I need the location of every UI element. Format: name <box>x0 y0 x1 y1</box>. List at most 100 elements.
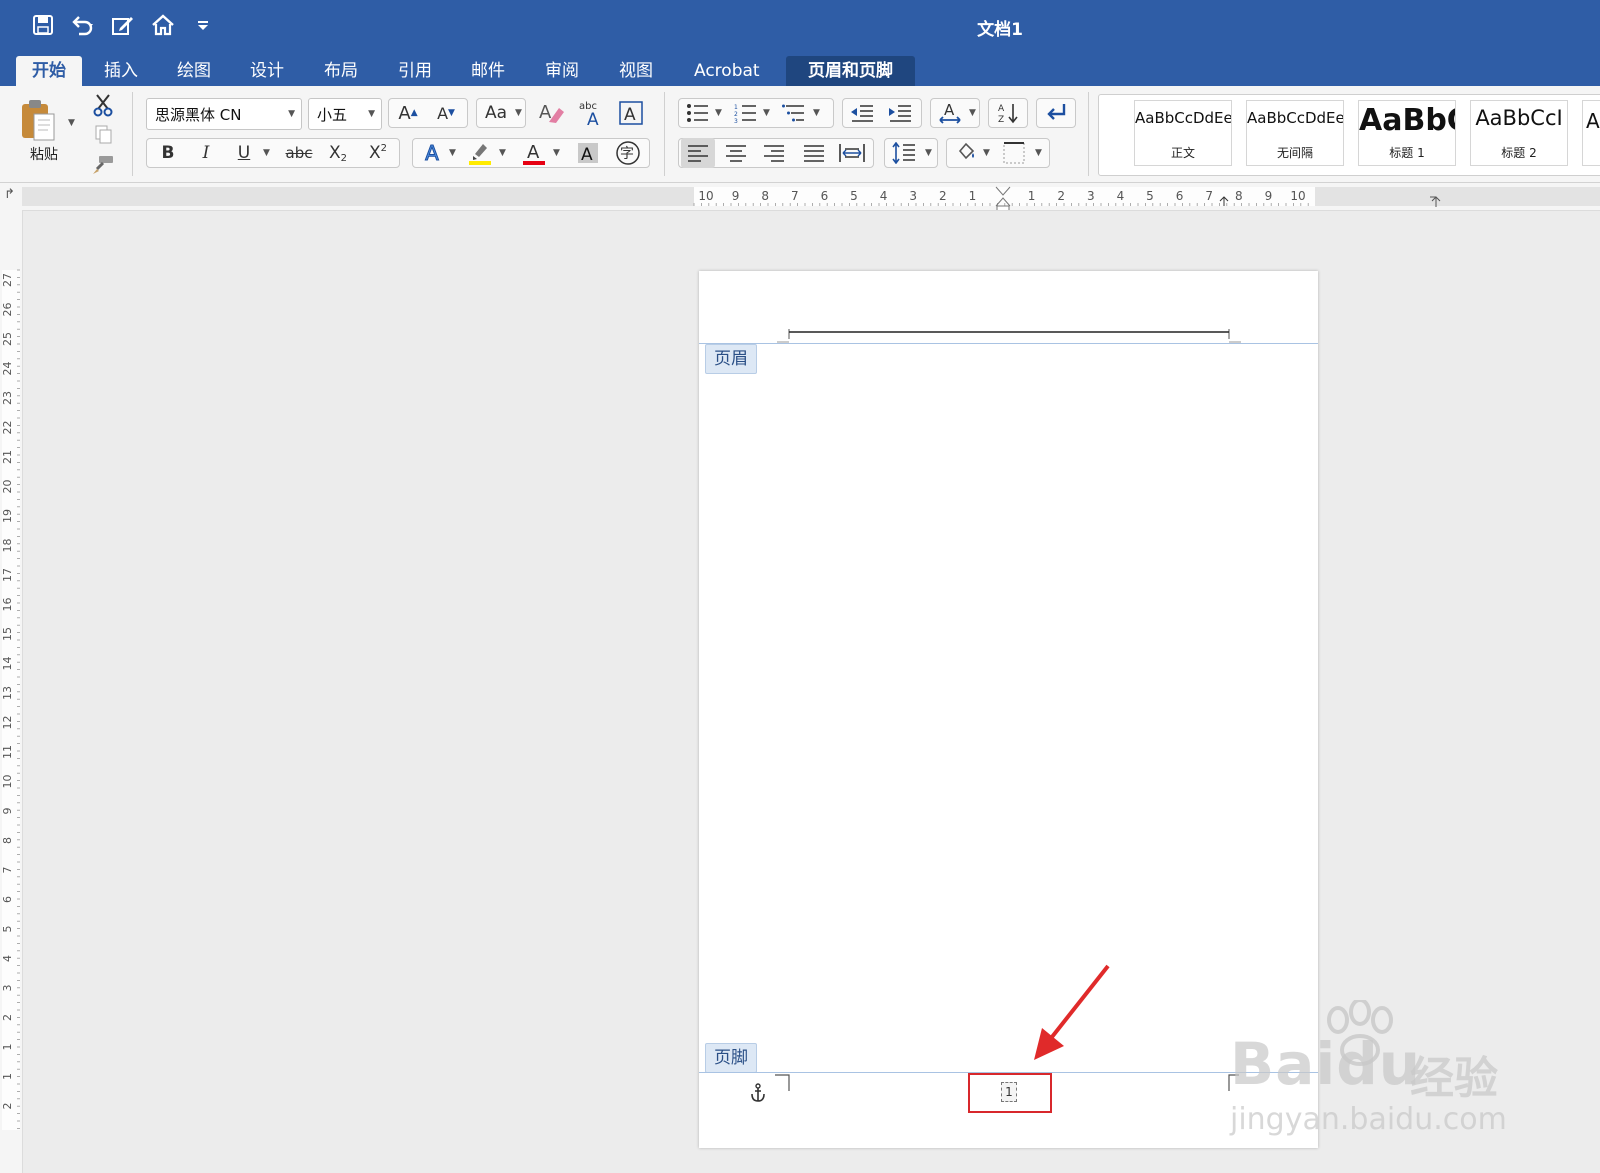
decrease-indent-icon[interactable] <box>845 98 879 128</box>
shading-dropdown-icon[interactable]: ▼ <box>983 148 990 158</box>
paste-button[interactable]: ▼ <box>14 94 78 178</box>
grow-font-icon[interactable]: A ▲ <box>391 98 425 128</box>
svg-text:A: A <box>624 105 636 125</box>
align-center-icon[interactable] <box>719 138 753 168</box>
subscript-button[interactable]: X2 <box>321 138 355 168</box>
ruler-tick-label: 2 <box>1057 189 1065 203</box>
svg-text:A: A <box>527 142 540 163</box>
vruler-tick-label: 14 <box>1 657 14 671</box>
tab-design[interactable]: 设计 <box>234 56 300 86</box>
paste-dropdown-icon[interactable]: ▼ <box>68 118 75 128</box>
tab-layout[interactable]: 布局 <box>308 56 374 86</box>
vertical-ruler[interactable]: 27 26 25 24 23 22 21 20 19 18 17 16 15 14 13 12 11 10 9 8 7 6… <box>0 210 23 1173</box>
font-size-field[interactable]: 小五 ▼ <box>308 98 382 130</box>
sort-group: AZ <box>988 98 1028 128</box>
style-sample: Aa <box>1586 109 1600 133</box>
borders-dropdown-icon[interactable]: ▼ <box>1035 148 1042 158</box>
document-page[interactable]: 页眉 页脚 1 <box>699 271 1318 1148</box>
style-no-spacing[interactable]: AaBbCcDdEe 无间隔 <box>1246 100 1344 166</box>
document-body[interactable] <box>789 371 1229 1011</box>
align-right-icon[interactable] <box>757 138 791 168</box>
bold-button[interactable]: B <box>151 138 185 168</box>
underline-dropdown-icon[interactable]: ▼ <box>263 148 270 158</box>
font-size-dropdown-icon[interactable]: ▼ <box>368 109 375 119</box>
font-color-dropdown-icon[interactable]: ▼ <box>553 148 560 158</box>
sort-icon[interactable]: AZ <box>991 98 1025 128</box>
highlight-dropdown-icon[interactable]: ▼ <box>499 148 506 158</box>
vruler-tick-label: 22 <box>1 421 14 435</box>
annotation-arrow <box>1034 964 1110 1060</box>
left-indent-marker[interactable] <box>996 205 1010 210</box>
tab-review[interactable]: 审阅 <box>529 56 595 86</box>
tab-acrobat[interactable]: Acrobat <box>678 56 776 86</box>
justify-icon[interactable] <box>797 138 831 168</box>
tab-header-footer[interactable]: 页眉和页脚 <box>786 56 915 86</box>
tab-home[interactable]: 开始 <box>16 56 82 86</box>
borders-icon[interactable] <box>997 138 1031 168</box>
vruler-tick-label: 1 <box>1 1044 14 1051</box>
tab-view[interactable]: 视图 <box>603 56 669 86</box>
style-sample: AaBbC <box>1359 103 1455 138</box>
style-heading-2[interactable]: AaBbCcI 标题 2 <box>1470 100 1568 166</box>
character-shading-icon[interactable]: A <box>571 138 605 168</box>
vruler-tick-label: 26 <box>1 303 14 317</box>
text-effects-dropdown-icon[interactable]: ▼ <box>449 148 456 158</box>
shading-icon[interactable] <box>949 138 983 168</box>
increase-indent-icon[interactable] <box>883 98 917 128</box>
numbering-icon[interactable]: 123 <box>729 98 763 128</box>
underline-button[interactable]: U <box>227 138 261 168</box>
header-boundary-line <box>699 343 1318 344</box>
cut-icon[interactable] <box>86 90 120 120</box>
superscript-button[interactable]: X2 <box>361 138 395 168</box>
copy-icon[interactable] <box>86 120 120 150</box>
multilevel-list-icon[interactable] <box>777 98 811 128</box>
font-name-dropdown-icon[interactable]: ▼ <box>288 109 295 119</box>
bullets-dropdown-icon[interactable]: ▼ <box>715 108 722 118</box>
title-bar: 文档1 <box>0 0 1600 52</box>
vruler-tick-label: 19 <box>1 509 14 523</box>
asian-layout-group: A ▼ <box>930 98 980 128</box>
bullets-icon[interactable] <box>681 98 715 128</box>
phonetic-guide-icon[interactable]: abc A <box>574 98 608 128</box>
font-color-icon[interactable]: A <box>517 138 551 168</box>
change-case-dropdown-icon[interactable]: ▼ <box>515 108 522 118</box>
highlight-icon[interactable] <box>463 138 497 168</box>
font-name-field[interactable]: 思源黑体 CN ▼ <box>146 98 302 130</box>
svg-text:1: 1 <box>734 104 738 111</box>
show-formatting-marks-icon[interactable] <box>1039 98 1073 128</box>
text-effects-icon[interactable]: A <box>415 138 449 168</box>
asian-layout-icon[interactable]: A <box>933 98 967 128</box>
align-left-icon[interactable] <box>681 138 715 168</box>
tab-insert[interactable]: 插入 <box>88 56 154 86</box>
distributed-icon[interactable] <box>835 138 869 168</box>
asian-layout-dropdown-icon[interactable]: ▼ <box>969 108 976 118</box>
style-normal[interactable]: AaBbCcDdEe 正文 <box>1134 100 1232 166</box>
page-number-field[interactable]: 1 <box>1001 1082 1017 1102</box>
style-name: 正文 <box>1170 146 1195 160</box>
enclose-characters-icon[interactable]: 字 <box>611 138 645 168</box>
clear-formatting-icon[interactable]: A <box>534 98 568 128</box>
line-spacing-dropdown-icon[interactable]: ▼ <box>925 148 932 158</box>
ribbon: ▼ 粘贴 思源黑体 CN ▼ 小五 ▼ A ▲ A ▼ Aa ▼ A abc A A … <box>0 86 1600 183</box>
horizontal-ruler[interactable]: ↱ 10 9 8 7 6 5 4 3 2 1 1 2 3 4 5 6 7 8 9 10 <box>0 183 1600 211</box>
shrink-font-icon[interactable]: A ▼ <box>429 98 463 128</box>
line-spacing-icon[interactable] <box>887 138 921 168</box>
numbering-dropdown-icon[interactable]: ▼ <box>763 108 770 118</box>
ruler-tick-label: 6 <box>1176 189 1184 203</box>
vruler-tick-label: 27 <box>1 273 14 287</box>
tab-mailings[interactable]: 邮件 <box>455 56 521 86</box>
strikethrough-button[interactable]: abc <box>279 138 319 168</box>
tab-references[interactable]: 引用 <box>382 56 448 86</box>
highlight-color-swatch <box>469 161 491 165</box>
tab-draw[interactable]: 绘图 <box>161 56 227 86</box>
style-more[interactable]: Aa <box>1582 100 1600 166</box>
character-border-icon[interactable]: A <box>614 98 648 128</box>
multilevel-dropdown-icon[interactable]: ▼ <box>813 108 820 118</box>
change-case-icon[interactable]: Aa <box>479 98 513 128</box>
italic-button[interactable]: I <box>189 138 223 168</box>
style-heading-1[interactable]: AaBbC 标题 1 <box>1358 100 1456 166</box>
ruler-tick-label: 9 <box>1265 189 1273 203</box>
svg-text:A: A <box>998 104 1005 114</box>
ruler-tick-label: 10 <box>1290 189 1305 203</box>
format-painter-icon[interactable] <box>86 150 120 180</box>
